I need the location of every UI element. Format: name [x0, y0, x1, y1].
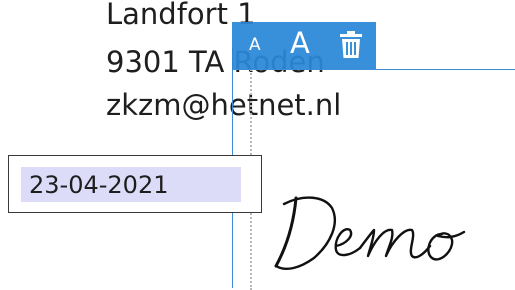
signature-drawing[interactable]	[270, 186, 505, 276]
trash-icon	[340, 31, 362, 58]
address-email: zkzm@hetnet.nl	[106, 88, 342, 122]
increase-size-button[interactable]: A	[290, 29, 310, 58]
date-input[interactable]	[21, 167, 241, 202]
signature-toolbar: A A	[232, 22, 376, 69]
date-field-frame	[8, 155, 262, 213]
delete-button[interactable]	[339, 31, 363, 59]
signature-box-top-border[interactable]	[232, 69, 515, 70]
decrease-size-button[interactable]: A	[249, 37, 261, 54]
